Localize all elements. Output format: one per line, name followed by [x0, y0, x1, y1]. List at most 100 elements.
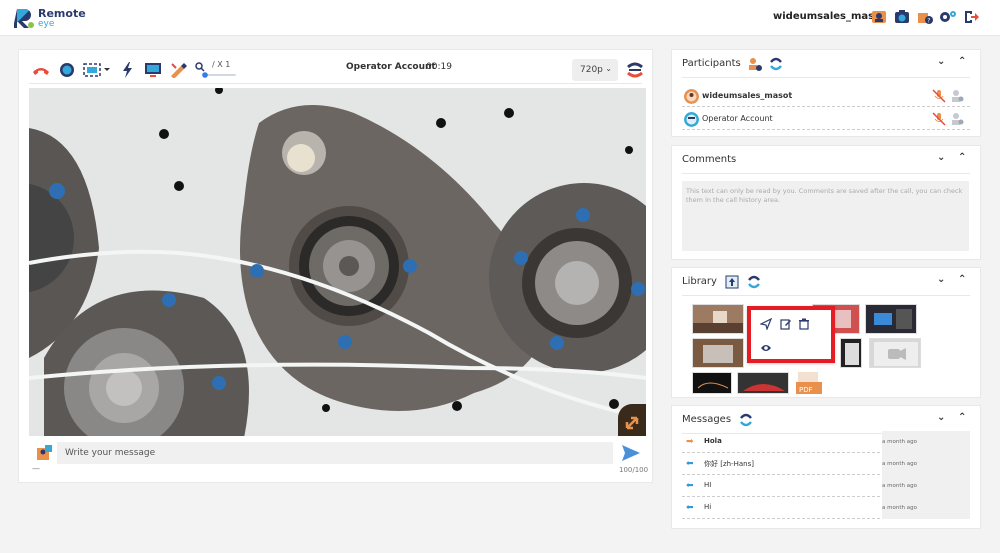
- message-text: Hi: [704, 503, 712, 511]
- message-time: a month ago: [882, 497, 970, 519]
- switch-camera-icon[interactable]: [625, 60, 645, 80]
- collapse-icon[interactable]: ⌄: [937, 152, 945, 163]
- incoming-arrow-icon: ⬅: [686, 459, 694, 469]
- send-icon[interactable]: [621, 444, 641, 462]
- participant-name: wideumsales_masot: [702, 91, 793, 100]
- panel-title: Library: [682, 276, 717, 287]
- logout-icon[interactable]: [962, 8, 980, 26]
- remove-user-icon[interactable]: [950, 89, 964, 103]
- avatar: [684, 112, 699, 127]
- participant-row[interactable]: wideumsales_masot: [682, 85, 970, 107]
- screen-share-icon[interactable]: [143, 60, 163, 80]
- brand: Remote eye: [38, 8, 86, 29]
- library-thumbnail[interactable]: [692, 304, 744, 334]
- message-item[interactable]: ➡ Hola a month ago: [682, 431, 970, 453]
- settings-icon[interactable]: [939, 8, 957, 26]
- refresh-icon[interactable]: [738, 412, 754, 428]
- add-participant-icon[interactable]: [746, 56, 762, 72]
- library-thumbnail[interactable]: [737, 372, 789, 394]
- help-user-icon[interactable]: ?: [916, 8, 934, 26]
- expand-video-button[interactable]: [618, 404, 646, 436]
- message-input[interactable]: [57, 442, 613, 464]
- message-text: Hola: [704, 437, 722, 445]
- top-icons: ?: [870, 8, 980, 26]
- upload-icon[interactable]: [724, 274, 740, 290]
- attach-file-icon[interactable]: [37, 445, 53, 461]
- chevron-down-icon: ⌄: [605, 64, 612, 73]
- library-thumbnail[interactable]: [692, 338, 744, 368]
- pdf-label: PDF: [799, 386, 813, 394]
- comments-textarea[interactable]: [682, 181, 969, 251]
- collapse-icon[interactable]: ⌄: [937, 412, 945, 423]
- participant-name: Operator Account: [702, 114, 773, 123]
- collapse-icon[interactable]: ⌄: [937, 56, 945, 67]
- brand-sub: eye: [38, 19, 55, 29]
- participants-panel: Participants ⌄ ⌃ wideumsales_masot Opera…: [671, 49, 981, 137]
- panel-title: Messages: [682, 414, 732, 425]
- message-item[interactable]: ⬅ 你好 [zh-Hans] a month ago: [682, 453, 970, 475]
- svg-text:?: ?: [927, 18, 930, 25]
- top-bar: Remote eye wideumsales_masot ?: [0, 0, 1000, 36]
- expand-icon[interactable]: ⌃: [958, 274, 966, 285]
- edit-icon[interactable]: [779, 317, 793, 331]
- expand-icon: [625, 416, 639, 430]
- participants-header: Participants ⌄ ⌃: [682, 50, 970, 78]
- message-item[interactable]: ⬅ HI a month ago: [682, 475, 970, 497]
- char-counter: 100/100: [619, 466, 649, 474]
- library-thumbnail[interactable]: [865, 304, 917, 334]
- camera-user-icon[interactable]: [893, 8, 911, 26]
- support-icon[interactable]: [870, 8, 888, 26]
- expand-icon[interactable]: ⌃: [958, 412, 966, 423]
- expand-icon[interactable]: ⌃: [958, 152, 966, 163]
- mute-mic-icon[interactable]: [932, 89, 946, 103]
- refresh-icon[interactable]: [768, 56, 784, 72]
- expand-icon[interactable]: ⌃: [958, 56, 966, 67]
- remote-eye-logo: [14, 9, 34, 28]
- zoom-slider[interactable]: [202, 72, 238, 78]
- panel-title: Comments: [682, 154, 737, 165]
- call-timer: 00:19: [426, 62, 452, 72]
- quality-select[interactable]: 720p ⌄: [572, 59, 618, 81]
- library-video-thumbnail[interactable]: [869, 338, 921, 368]
- message-time: a month ago: [882, 453, 970, 475]
- incoming-arrow-icon: ⬅: [686, 503, 694, 513]
- record-icon[interactable]: [57, 60, 77, 80]
- delete-icon[interactable]: [797, 317, 811, 331]
- flash-icon[interactable]: [118, 60, 138, 80]
- library-thumbnail[interactable]: [692, 372, 732, 394]
- messages-panel: Messages ⌄ ⌃ ➡ Hola a month ago ⬅ 你好 [zh…: [671, 405, 981, 529]
- hangup-icon[interactable]: [31, 60, 51, 80]
- message-divider: —: [32, 464, 40, 473]
- draw-icon[interactable]: [168, 60, 188, 80]
- library-panel: Library ⌄ ⌃ PDF: [671, 267, 981, 398]
- view-icon[interactable]: [759, 341, 773, 355]
- send-file-icon[interactable]: [759, 317, 773, 331]
- quality-value: 720p: [580, 65, 603, 75]
- message-text: HI: [704, 481, 712, 489]
- message-time: a month ago: [882, 475, 970, 497]
- current-username: wideumsales_masot: [773, 11, 886, 22]
- library-header: Library ⌄ ⌃: [682, 268, 970, 296]
- zoom-label: / X 1: [212, 60, 231, 69]
- remove-user-icon[interactable]: [950, 112, 964, 126]
- message-row: [29, 442, 646, 464]
- mute-mic-icon[interactable]: [932, 112, 946, 126]
- panel-title: Participants: [682, 58, 741, 69]
- messages-header: Messages ⌄ ⌃: [682, 406, 970, 434]
- refresh-icon[interactable]: [746, 274, 762, 290]
- comments-header: Comments ⌄ ⌃: [682, 146, 970, 174]
- pdf-file-icon[interactable]: PDF: [796, 372, 822, 394]
- screenshot-icon[interactable]: [83, 60, 111, 80]
- incoming-arrow-icon: ⬅: [686, 481, 694, 491]
- outgoing-arrow-icon: ➡: [686, 437, 694, 447]
- message-text: 你好 [zh-Hans]: [704, 460, 754, 468]
- call-toolbar: / X 1 Operator Account 00:19 720p ⌄: [29, 56, 645, 84]
- message-item[interactable]: ⬅ Hi a month ago: [682, 497, 970, 519]
- library-item-context-menu: [747, 306, 835, 363]
- collapse-icon[interactable]: ⌄: [937, 274, 945, 285]
- video-feed[interactable]: [29, 88, 646, 436]
- call-participant-name: Operator Account: [346, 62, 436, 72]
- library-thumbnail[interactable]: [840, 338, 862, 368]
- avatar: [684, 89, 699, 104]
- participant-row[interactable]: Operator Account: [682, 108, 970, 130]
